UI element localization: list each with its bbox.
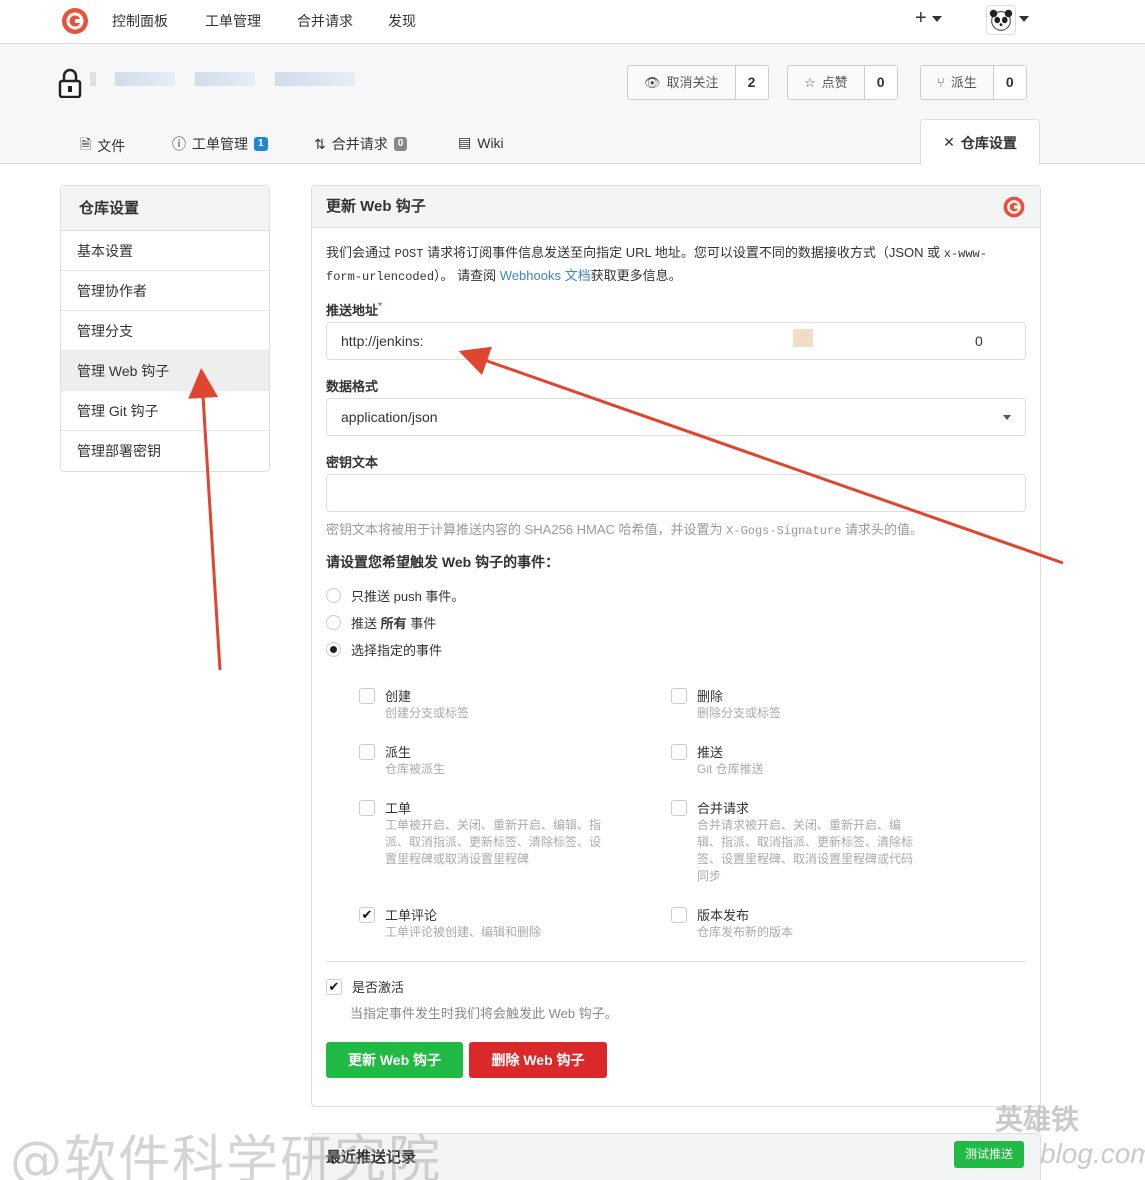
sidebar-item-git-hooks[interactable]: 管理 Git 钩子 <box>61 391 269 431</box>
tools-icon: ✕ <box>943 134 955 150</box>
create-menu-button[interactable]: + <box>915 7 943 30</box>
webhook-description: 我们会通过 POST 请求将订阅事件信息发送至向指定 URL 地址。您可以设置不… <box>326 245 987 284</box>
content-type-select[interactable]: application/json <box>326 398 1026 436</box>
radio-choose-events[interactable]: 选择指定的事件 <box>326 640 442 659</box>
payload-url-label: 推送地址* <box>326 300 383 318</box>
fork-count[interactable]: 0 <box>993 66 1026 99</box>
payload-url-input[interactable]: http://jenkins: 0 <box>326 322 1026 360</box>
issue-count-badge: 1 <box>254 137 268 151</box>
sidebar-item-options[interactable]: 基本设置 <box>61 231 269 271</box>
repo-name-blurred <box>275 72 355 86</box>
active-help: 当指定事件发生时我们将会触发此 Web 钩子。 <box>350 1006 618 1021</box>
radio-push-only[interactable]: 只推送 push 事件。 <box>326 586 464 605</box>
tab-files[interactable]: 🗎 文件 <box>80 134 125 158</box>
star-icon: ☆ <box>804 75 816 90</box>
webhooks-docs-link[interactable]: Webhooks 文档 <box>500 268 591 283</box>
panda-avatar-icon <box>989 9 1013 31</box>
issue-icon: ⓘ <box>172 136 186 152</box>
watermark-right: 英雄铁 <box>995 1104 1080 1135</box>
nav-issues[interactable]: 工单管理 <box>205 11 261 31</box>
tab-pull-requests[interactable]: ⇅ 合并请求 0 <box>314 134 408 154</box>
tab-issues[interactable]: ⓘ 工单管理 1 <box>172 134 268 154</box>
event-checkbox[interactable] <box>359 744 375 760</box>
chevron-down-icon <box>1003 415 1011 420</box>
sidebar-item-deploy-keys[interactable]: 管理部署密钥 <box>61 431 269 471</box>
watermark-right-url: blog.com <box>1040 1138 1145 1169</box>
nav-explore[interactable]: 发现 <box>388 11 416 31</box>
avatar[interactable] <box>986 5 1016 35</box>
sidebar-item-branches[interactable]: 管理分支 <box>61 311 269 351</box>
repo-owner-blurred <box>90 72 96 86</box>
pull-request-icon: ⇅ <box>314 135 326 152</box>
lock-icon <box>58 68 82 98</box>
sidebar-item-webhooks[interactable]: 管理 Web 钩子 <box>61 351 269 391</box>
event-create[interactable]: 创建 创建分支或标签 <box>359 686 619 722</box>
test-delivery-button[interactable]: 测试推送 <box>954 1141 1024 1168</box>
content-type-label: 数据格式 <box>326 379 379 394</box>
gogs-logo-icon[interactable] <box>60 6 90 36</box>
nav-pulls[interactable]: 合并请求 <box>297 11 353 31</box>
sidebar-title: 仓库设置 <box>61 186 269 231</box>
eye-icon: 👁 <box>644 75 661 90</box>
plus-icon: + <box>915 7 927 29</box>
gogs-hook-icon <box>1003 196 1025 218</box>
event-release[interactable]: 版本发布 仓库发布新的版本 <box>671 905 931 941</box>
events-title: 请设置您希望触发 Web 钩子的事件： <box>326 554 560 570</box>
secret-label: 密钥文本 <box>326 455 379 470</box>
divider <box>326 961 1026 962</box>
nav-dashboard[interactable]: 控制面板 <box>112 11 168 31</box>
redacted-block <box>793 329 813 347</box>
event-issue-comment[interactable]: ✔ 工单评论 工单评论被创建、编辑和删除 <box>359 905 619 941</box>
panel-title: 更新 Web 钩子 <box>326 198 426 215</box>
secret-help: 密钥文本将被用于计算推送内容的 SHA256 HMAC 哈希值，并设置为 X-G… <box>326 522 924 538</box>
watermark-left: @软件科学研究院 <box>10 1131 443 1180</box>
pull-count-badge: 0 <box>393 137 408 151</box>
top-navbar: 控制面板 工单管理 合并请求 发现 + <box>0 0 1145 44</box>
event-issues[interactable]: 工单 工单被开启、关闭、重新开启、编辑、指派、取消指派、更新标签、清除标签、设置… <box>359 798 619 868</box>
event-checkbox[interactable] <box>359 800 375 816</box>
tab-settings[interactable]: ✕ 仓库设置 <box>920 119 1040 165</box>
chevron-down-icon <box>932 15 943 22</box>
panel-header: 更新 Web 钩子 <box>312 186 1040 228</box>
fork-icon: ⑂ <box>937 75 945 90</box>
unwatch-button[interactable]: 👁 取消关注 2 <box>627 65 769 100</box>
radio-all-events[interactable]: 推送 所有 事件 <box>326 613 436 632</box>
event-checkbox-checked[interactable]: ✔ <box>359 907 375 923</box>
avatar-dropdown-icon[interactable] <box>1019 16 1029 22</box>
radio-circle[interactable] <box>326 588 341 603</box>
event-push[interactable]: 推送 Git 仓库推送 <box>671 742 931 778</box>
webhook-form-panel: 更新 Web 钩子 我们会通过 POST 请求将订阅事件信息发送至向指定 URL… <box>311 185 1041 1107</box>
active-toggle[interactable]: ✔ 是否激活 <box>326 977 826 996</box>
wiki-icon: ▤ <box>458 134 472 150</box>
update-webhook-button[interactable]: 更新 Web 钩子 <box>326 1042 463 1078</box>
watch-count[interactable]: 2 <box>735 66 768 99</box>
delete-webhook-button[interactable]: 删除 Web 钩子 <box>469 1042 607 1078</box>
radio-circle-selected[interactable] <box>326 642 341 657</box>
star-button[interactable]: ☆ 点赞 0 <box>787 65 898 100</box>
fork-button[interactable]: ⑂ 派生 0 <box>920 65 1027 100</box>
event-delete[interactable]: 删除 删除分支或标签 <box>671 686 931 722</box>
tab-wiki[interactable]: ▤ Wiki <box>458 134 504 151</box>
event-checkbox[interactable] <box>671 907 687 923</box>
event-fork[interactable]: 派生 仓库被派生 <box>359 742 619 778</box>
repo-owner-blurred <box>115 72 175 86</box>
sidebar-item-collaborators[interactable]: 管理协作者 <box>61 271 269 311</box>
file-icon: 🗎 <box>80 136 92 152</box>
event-pull-request[interactable]: 合并请求 合并请求被开启、关闭、重新开启、编辑、指派、取消指派、更新标签、清除标… <box>671 798 931 885</box>
settings-sidebar: 仓库设置 基本设置 管理协作者 管理分支 管理 Web 钩子 管理 Git 钩子… <box>60 185 270 472</box>
event-checkbox[interactable] <box>671 688 687 704</box>
repo-header: 👁 取消关注 2 ☆ 点赞 0 ⑂ 派生 0 🗎 文件 ⓘ 工单管理 1 ⇅ 合并请求 0 ▤ W… <box>0 44 1145 165</box>
star-count[interactable]: 0 <box>864 66 897 99</box>
active-checkbox-checked[interactable]: ✔ <box>326 979 342 995</box>
event-checkbox[interactable] <box>671 744 687 760</box>
secret-input[interactable] <box>326 474 1026 512</box>
event-checkbox[interactable] <box>359 688 375 704</box>
radio-circle[interactable] <box>326 615 341 630</box>
event-checkbox[interactable] <box>671 800 687 816</box>
repo-name-blurred <box>195 72 255 86</box>
